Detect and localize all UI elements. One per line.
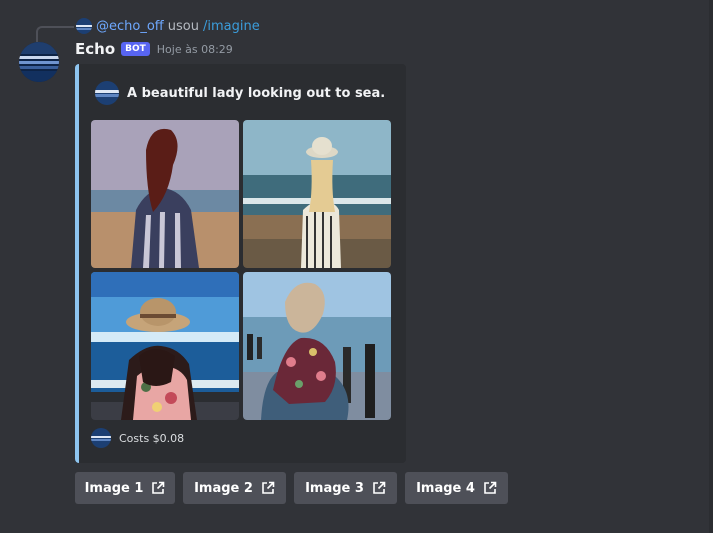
- external-link-icon: [262, 481, 275, 494]
- image-3-button-label: Image 3: [305, 480, 364, 496]
- reply-avatar[interactable]: [76, 18, 92, 34]
- image-1-button[interactable]: Image 1: [75, 472, 175, 504]
- discord-message-view: @echo_off usou /imagine Echo BOT Hoje às…: [0, 0, 713, 533]
- image-2-button[interactable]: Image 2: [183, 472, 286, 504]
- embed-footer: Costs $0.08: [91, 428, 184, 448]
- reply-used-text: usou: [167, 18, 199, 34]
- scrollbar-track[interactable]: [709, 0, 713, 533]
- image-1-button-label: Image 1: [84, 480, 144, 496]
- image-4-button[interactable]: Image 4: [405, 472, 508, 504]
- avatar[interactable]: [19, 42, 59, 82]
- embed: A beautiful lady looking out to sea. Cos…: [75, 64, 406, 463]
- external-link-icon: [484, 481, 497, 494]
- image-tile-3[interactable]: [91, 272, 239, 420]
- footer-text: Costs $0.08: [119, 431, 185, 445]
- image-4-button-label: Image 4: [416, 480, 475, 496]
- external-link-icon: [152, 481, 165, 494]
- footer-icon: [91, 428, 111, 448]
- embed-header: A beautiful lady looking out to sea.: [95, 81, 385, 105]
- image-grid: [91, 120, 391, 420]
- image-tile-2[interactable]: [243, 120, 391, 268]
- reply-command[interactable]: /imagine: [203, 19, 260, 34]
- timestamp: Hoje às 08:29: [156, 42, 233, 56]
- reply-reference[interactable]: @echo_off usou /imagine: [76, 18, 260, 34]
- reply-connector: [36, 26, 74, 42]
- action-row: Image 1 Image 2 Image 3 Image 4: [75, 472, 508, 504]
- image-3-button[interactable]: Image 3: [294, 472, 397, 504]
- message-header: Echo BOT Hoje às 08:29: [75, 40, 233, 58]
- bot-tag: BOT: [121, 42, 150, 56]
- embed-title: A beautiful lady looking out to sea.: [127, 85, 386, 101]
- reply-mention[interactable]: @echo_off: [96, 19, 164, 34]
- external-link-icon: [373, 481, 386, 494]
- username[interactable]: Echo: [75, 40, 115, 58]
- image-tile-4[interactable]: [243, 272, 391, 420]
- embed-author-icon: [95, 81, 119, 105]
- image-2-button-label: Image 2: [194, 480, 253, 496]
- image-tile-1[interactable]: [91, 120, 239, 268]
